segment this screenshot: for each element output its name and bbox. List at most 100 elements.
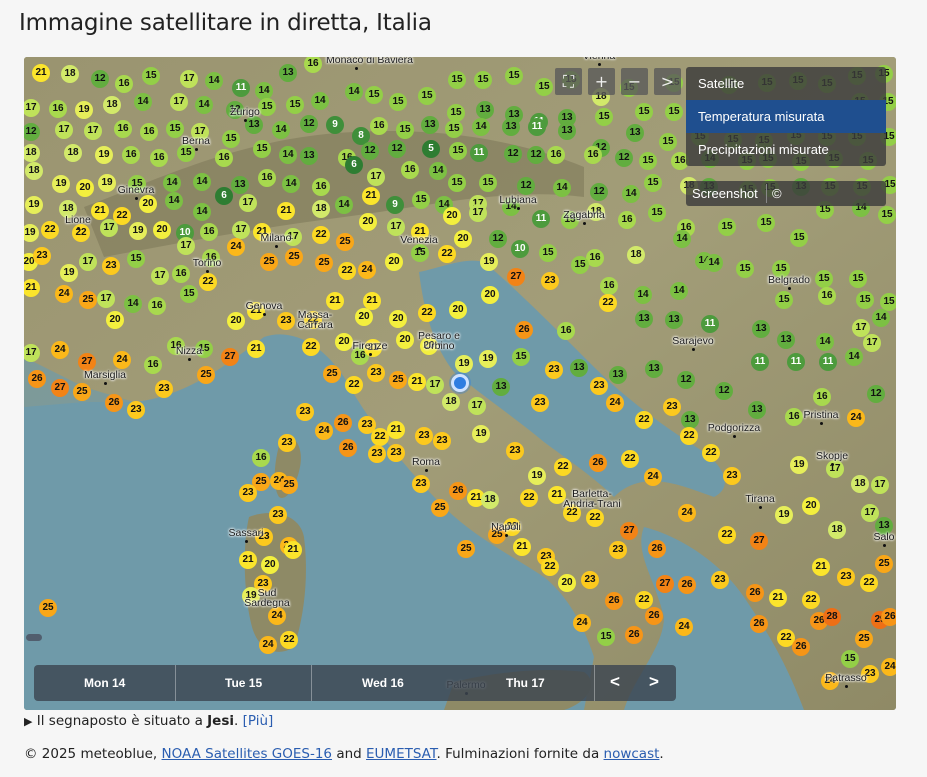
temperature-point[interactable]: 16 [547, 146, 565, 164]
temperature-point[interactable]: 13 [609, 366, 627, 384]
temperature-point[interactable]: 21 [326, 292, 344, 310]
temperature-point[interactable]: 16 [215, 149, 233, 167]
temperature-point[interactable]: 23 [663, 398, 681, 416]
temperature-point[interactable]: 15 [448, 174, 466, 192]
temperature-point[interactable]: 13 [245, 116, 263, 134]
temperature-point[interactable]: 13 [645, 360, 663, 378]
temperature-point[interactable]: 22 [345, 376, 363, 394]
temperature-point[interactable]: 15 [659, 133, 677, 151]
temperature-point[interactable]: 21 [247, 340, 265, 358]
temperature-point[interactable]: 22 [199, 273, 217, 291]
temperature-point[interactable]: 15 [635, 103, 653, 121]
temperature-point[interactable]: 14 [634, 286, 652, 304]
temperature-point[interactable]: 22 [280, 631, 298, 649]
temperature-point[interactable]: 15 [841, 650, 859, 668]
temperature-point[interactable]: 13 [558, 122, 576, 140]
temperature-point[interactable]: 16 [252, 449, 270, 467]
map-side-handle[interactable] [26, 634, 42, 641]
temperature-point[interactable]: 12 [867, 385, 885, 403]
temperature-point[interactable]: 26 [589, 454, 607, 472]
temperature-point[interactable]: 15 [535, 78, 553, 96]
temperature-point[interactable]: 15 [396, 121, 414, 139]
temperature-point[interactable]: 19 [455, 355, 473, 373]
nowcast-link[interactable]: nowcast [604, 746, 660, 762]
temperature-point[interactable]: 19 [480, 253, 498, 271]
temperature-point[interactable]: 26 [339, 439, 357, 457]
temperature-point[interactable]: 15 [718, 218, 736, 236]
temperature-point[interactable]: 23 [239, 484, 257, 502]
temperature-point[interactable]: 15 [512, 348, 530, 366]
temperature-point[interactable]: 21 [363, 292, 381, 310]
temperature-point[interactable]: 13 [476, 101, 494, 119]
timeline-day-wed[interactable]: Wed 16 [362, 676, 404, 690]
temperature-point[interactable]: 13 [492, 378, 510, 396]
temperature-point[interactable]: 18 [312, 200, 330, 218]
temperature-point[interactable]: 13 [300, 147, 318, 165]
temperature-point[interactable]: 20 [76, 179, 94, 197]
temperature-point[interactable]: 14 [345, 83, 363, 101]
temperature-point[interactable]: 14 [272, 121, 290, 139]
temperature-point[interactable]: 20 [558, 574, 576, 592]
temperature-point[interactable]: 19 [52, 175, 70, 193]
temperature-point[interactable]: 27 [620, 522, 638, 540]
temperature-point[interactable]: 12 [517, 177, 535, 195]
temperature-point[interactable]: 5 [422, 140, 440, 158]
temperature-point[interactable]: 20 [139, 195, 157, 213]
temperature-point[interactable]: 28 [823, 608, 841, 626]
temperature-point[interactable]: 15 [448, 71, 466, 89]
temperature-point[interactable]: 25 [260, 253, 278, 271]
temperature-point[interactable]: 18 [61, 65, 79, 83]
temperature-point[interactable]: 17 [426, 376, 444, 394]
temperature-point[interactable]: 19 [528, 467, 546, 485]
layer-precipitation[interactable]: Precipitazioni misurate [686, 133, 886, 166]
temperature-point[interactable]: 18 [64, 144, 82, 162]
temperature-point[interactable]: 15 [665, 103, 683, 121]
temperature-point[interactable]: 14 [845, 348, 863, 366]
temperature-point[interactable]: 20 [443, 207, 461, 225]
temperature-point[interactable]: 21 [32, 64, 50, 82]
temperature-point[interactable]: 24 [315, 422, 333, 440]
temperature-point[interactable]: 23 [506, 442, 524, 460]
temperature-point[interactable]: 13 [502, 118, 520, 136]
temperature-point[interactable]: 25 [280, 476, 298, 494]
temperature-point[interactable]: 25 [79, 291, 97, 309]
temperature-point[interactable]: 11 [751, 353, 769, 371]
temperature-point[interactable]: 27 [656, 575, 674, 593]
fullscreen-button[interactable]: ⛶ [555, 68, 582, 95]
zoom-out-button[interactable]: − [621, 68, 648, 95]
temperature-point[interactable]: 12 [715, 382, 733, 400]
temperature-point[interactable]: 20 [227, 312, 245, 330]
temperature-point[interactable]: 25 [336, 233, 354, 251]
temperature-point[interactable]: 22 [599, 294, 617, 312]
temperature-point[interactable]: 23 [33, 247, 51, 265]
temperature-point[interactable]: 6 [345, 156, 363, 174]
temperature-point[interactable]: 21 [408, 373, 426, 391]
temperature-point[interactable]: 21 [769, 589, 787, 607]
temperature-point[interactable]: 13 [665, 311, 683, 329]
temperature-point[interactable]: 23 [155, 380, 173, 398]
temperature-point[interactable]: 21 [239, 551, 257, 569]
temperature-point[interactable]: 27 [51, 379, 69, 397]
temperature-point[interactable]: 25 [39, 599, 57, 617]
info-more-link[interactable]: [Più] [243, 713, 274, 729]
temperature-point[interactable]: 19 [479, 350, 497, 368]
timeline-next-button[interactable]: > [649, 672, 659, 692]
timeline-prev-button[interactable]: < [610, 672, 620, 692]
temperature-point[interactable]: 16 [258, 169, 276, 187]
temperature-point[interactable]: 21 [513, 538, 531, 556]
temperature-point[interactable]: 21 [362, 187, 380, 205]
temperature-point[interactable]: 12 [361, 142, 379, 160]
temperature-point[interactable]: 24 [678, 504, 696, 522]
temperature-point[interactable]: 13 [570, 359, 588, 377]
temperature-point[interactable]: 15 [597, 628, 615, 646]
temperature-point[interactable]: 15 [644, 174, 662, 192]
temperature-point[interactable]: 16 [312, 178, 330, 196]
temperature-point[interactable]: 26 [625, 626, 643, 644]
temperature-point[interactable]: 27 [221, 348, 239, 366]
temperature-point[interactable]: 14 [872, 309, 890, 327]
temperature-point[interactable]: 15 [474, 71, 492, 89]
temperature-point[interactable]: 22 [541, 558, 559, 576]
temperature-point[interactable]: 26 [105, 394, 123, 412]
temperature-point[interactable]: 9 [326, 116, 344, 134]
temperature-point[interactable]: 20 [359, 213, 377, 231]
